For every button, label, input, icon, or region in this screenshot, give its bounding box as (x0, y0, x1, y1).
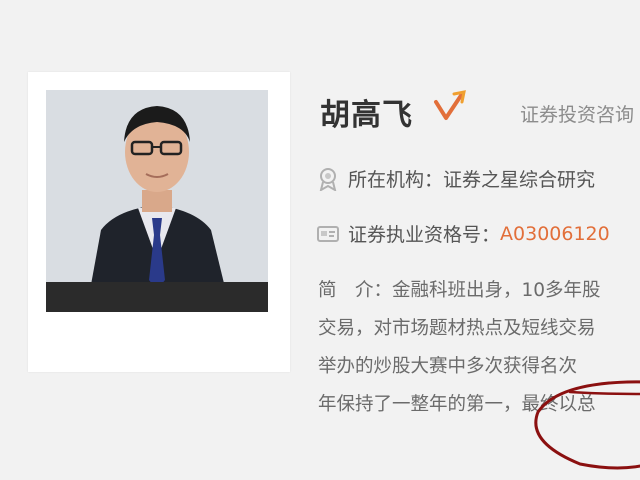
bio-line: 简 介：金融科班出身，10多年股 (318, 280, 601, 301)
person-portrait (46, 90, 268, 312)
id-card-icon (317, 225, 339, 242)
profile-photo (46, 90, 268, 312)
org-label: 所在机构： (348, 169, 444, 191)
profile-name: 胡高飞 (320, 98, 413, 133)
photo-caption-band (46, 282, 268, 312)
license-number: A03006120 (500, 222, 610, 245)
red-annotation-circle (534, 380, 640, 470)
org-row: 所在机构： 证券之星综合研究 (316, 165, 595, 192)
orange-check-v-icon (434, 90, 466, 120)
profile-photo-card (28, 72, 290, 372)
bio-line: 交易，对市场题材热点及短线交易 (318, 318, 596, 339)
license-row: 证券执业资格号： A03006120 (316, 220, 610, 247)
org-value[interactable]: 证券之星综合研究 (443, 165, 595, 192)
award-medal-icon (319, 167, 337, 191)
profile-title-tag: 证券投资咨询 (520, 104, 635, 126)
license-label: 证券执业资格号： (348, 224, 501, 246)
